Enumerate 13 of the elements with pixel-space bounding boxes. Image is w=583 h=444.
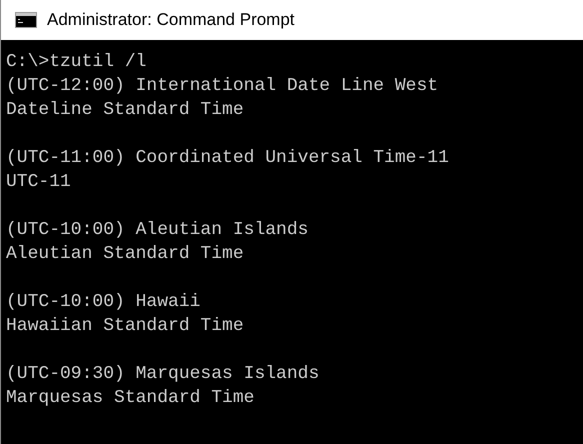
command-line: C:\>tzutil /l (6, 51, 146, 74)
timezone-display-name: (UTC-10:00) Aleutian Islands (6, 219, 308, 242)
timezone-id: Dateline Standard Time (6, 99, 244, 122)
console-app-icon (15, 12, 37, 28)
timezone-id: Aleutian Standard Time (6, 243, 244, 266)
timezone-id: Hawaiian Standard Time (6, 315, 244, 338)
window-title: Administrator: Command Prompt (47, 9, 295, 32)
timezone-display-name: (UTC-11:00) Coordinated Universal Time-11 (6, 147, 449, 170)
timezone-display-name: (UTC-09:30) Marquesas Islands (6, 363, 320, 386)
timezone-id: Marquesas Standard Time (6, 387, 254, 410)
timezone-display-name: (UTC-12:00) International Date Line West (6, 75, 438, 98)
timezone-id: UTC-11 (6, 171, 71, 194)
timezone-display-name: (UTC-10:00) Hawaii (6, 291, 200, 314)
